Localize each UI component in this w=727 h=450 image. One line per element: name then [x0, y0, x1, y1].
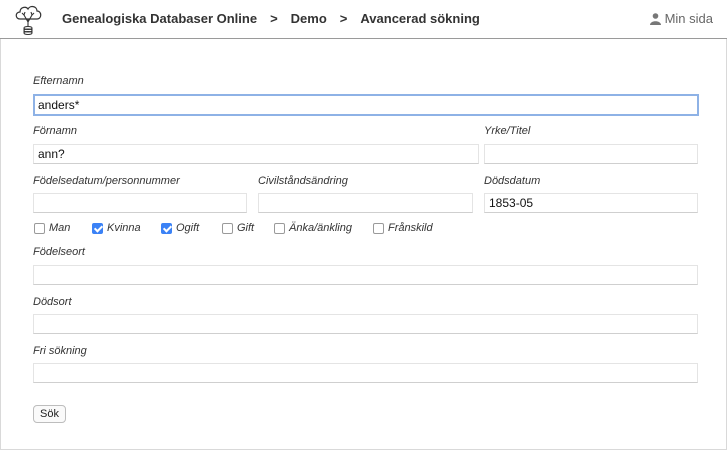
user-icon	[649, 12, 661, 25]
checkbox-label: Frånskild	[388, 222, 433, 234]
breadcrumb-separator: >	[339, 11, 348, 26]
checkbox-man[interactable]: Man	[34, 222, 70, 234]
top-bar: Genealogiska Databaser Online > Demo > Avanc…	[0, 0, 727, 39]
checkbox-box[interactable]	[274, 222, 285, 234]
civil-change-label: Civilståndsändring	[258, 175, 348, 187]
checkbox-gift[interactable]: Gift	[222, 222, 254, 234]
breadcrumb-item-site[interactable]: Genealogiska Databaser Online	[62, 11, 257, 26]
checkbox-box[interactable]	[373, 222, 384, 234]
checkbox-box[interactable]	[34, 222, 45, 234]
checkbox-label: Kvinna	[107, 222, 141, 234]
checkbox-label: Man	[49, 222, 71, 234]
occupation-label: Yrke/Titel	[484, 125, 531, 137]
checkbox-kvinna[interactable]: Kvinna	[92, 222, 141, 234]
firstname-label: Förnamn	[33, 125, 78, 137]
checkbox-ogift[interactable]: Ogift	[161, 222, 199, 234]
occupation-input[interactable]	[484, 144, 698, 164]
checkbox-box-checked[interactable]	[92, 222, 103, 234]
checkbox-label: Gift	[237, 222, 255, 234]
checkbox-label: Änka/änkling	[289, 222, 352, 234]
checkbox-franskild[interactable]: Frånskild	[373, 222, 433, 234]
tree-logo-icon[interactable]	[12, 3, 44, 35]
breadcrumb: Genealogiska Databaser Online > Demo > Avanc…	[62, 11, 480, 26]
search-button[interactable]: Sök	[33, 405, 66, 423]
free-search-input[interactable]	[33, 363, 698, 383]
birth-place-label: Födelseort	[33, 246, 85, 258]
civil-change-input[interactable]	[258, 193, 473, 213]
death-date-input[interactable]	[484, 193, 698, 213]
checkbox-anka[interactable]: Änka/änkling	[274, 222, 352, 234]
surname-label: Efternamn	[33, 75, 84, 87]
birth-date-input[interactable]	[33, 193, 247, 213]
breadcrumb-item-current: Avancerad sökning	[360, 11, 480, 26]
surname-input[interactable]	[33, 94, 699, 116]
checkbox-box[interactable]	[222, 222, 233, 234]
checkbox-box-checked[interactable]	[161, 222, 172, 234]
birth-place-input[interactable]	[33, 265, 698, 285]
free-search-label: Fri sökning	[33, 345, 87, 357]
my-page-label: Min sida	[664, 11, 713, 26]
firstname-input[interactable]	[33, 144, 479, 164]
checkbox-label: Ogift	[176, 222, 200, 234]
death-date-label: Dödsdatum	[484, 175, 541, 187]
death-place-input[interactable]	[33, 314, 698, 334]
breadcrumb-item-demo[interactable]: Demo	[291, 11, 327, 26]
my-page-link[interactable]: Min sida	[649, 11, 713, 26]
breadcrumb-separator: >	[270, 11, 278, 26]
death-place-label: Dödsort	[33, 296, 72, 308]
birth-date-label: Födelsedatum/personnummer	[33, 175, 180, 187]
